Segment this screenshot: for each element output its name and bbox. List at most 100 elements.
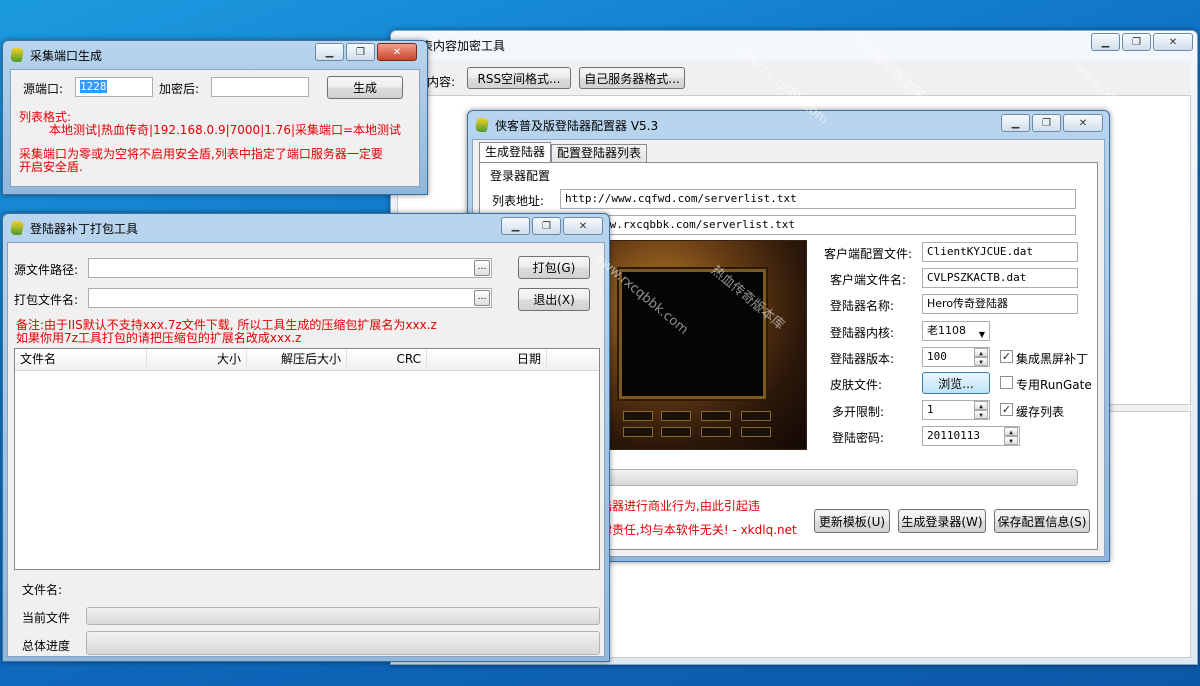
column-header[interactable]: CRC [347, 349, 427, 371]
total-progress-label: 总体进度 [22, 639, 71, 653]
restore-icon[interactable]: ❐ [532, 217, 561, 235]
minimize-icon[interactable]: ▁ [501, 217, 530, 235]
runGate-label: 专用RunGate [1016, 378, 1092, 392]
collect-port-client: 源端口: 1228 加密后: 生成 列表格式: 本地测试|热血传奇|192.16… [10, 69, 420, 187]
skin-label: 皮肤文件: [830, 378, 883, 392]
warning-line-2: 律责任,均与本软件无关! - xkdlq.net [600, 523, 797, 537]
multi-stepper[interactable]: 1 ▲ ▼ [922, 400, 990, 420]
version-label: 登陆器版本: [830, 352, 895, 366]
patch-pack-window: 登陆器补丁打包工具 ▁ ❐ ✕ 源文件路径: … 打包文件名: … 打包(G) … [2, 213, 610, 662]
restore-icon[interactable]: ❐ [1122, 33, 1151, 51]
restore-icon[interactable]: ❐ [1032, 114, 1061, 132]
login-name-input[interactable]: Hero传奇登陆器 [922, 294, 1078, 314]
password-stepper[interactable]: 20110113 ▲ ▼ [922, 426, 1020, 446]
skin-button-shape [623, 427, 653, 437]
own-server-format-button[interactable]: 自己服务器格式... [579, 67, 685, 89]
version-value: 100 [927, 350, 947, 363]
generate-launcher-button[interactable]: 生成登录器(W) [898, 509, 986, 533]
window-controls: ▁ ❐ ✕ [1001, 114, 1103, 132]
browse-src-icon[interactable]: … [474, 260, 490, 276]
close-icon[interactable]: ✕ [1153, 33, 1193, 51]
column-header[interactable]: 文件名 [15, 349, 147, 371]
note-line-2: 开启安全盾. [19, 160, 83, 174]
skin-preview-screen [619, 269, 766, 399]
minimize-icon[interactable]: ▁ [315, 43, 344, 61]
spinner-icon[interactable]: ▲ ▼ [974, 401, 988, 419]
browse-button[interactable]: 浏览... [922, 372, 990, 394]
skin-preview-image [600, 240, 807, 450]
list-format-example: 本地测试|热血传奇|192.168.0.9|7000|1.76|采集端口=本地测… [49, 123, 402, 137]
generate-button[interactable]: 生成 [327, 76, 403, 99]
content-label: 内容: [427, 75, 456, 89]
kernel-value: 老1108 [927, 324, 966, 337]
spinner-icon[interactable]: ▲ ▼ [1004, 427, 1018, 445]
src-port-value: 1228 [80, 80, 107, 93]
collect-port-window: 采集端口生成 ▁ ❐ ✕ 源端口: 1228 加密后: 生成 列表格式: 本地测… [2, 40, 428, 195]
spinner-icon[interactable]: ▲ ▼ [974, 348, 988, 366]
close-icon[interactable]: ✕ [563, 217, 603, 235]
client-config-input[interactable]: ClientKYJCUE.dat [922, 242, 1078, 262]
rss-format-button[interactable]: RSS空间格式... [467, 67, 571, 89]
list-addr-label: 列表地址: [492, 194, 545, 208]
client-file-input[interactable]: CVLPSZKACTB.dat [922, 268, 1078, 288]
close-icon[interactable]: ✕ [1063, 114, 1103, 132]
total-progress [86, 631, 600, 655]
encrypted-input[interactable] [211, 77, 309, 97]
tab-config-list[interactable]: 配置登陆器列表 [551, 144, 648, 162]
window-title: 采集端口生成 [30, 48, 103, 63]
column-header[interactable]: 日期 [427, 349, 547, 371]
patch-pack-client: 源文件路径: … 打包文件名: … 打包(G) 退出(X) 备注:由于IIS默认… [7, 242, 605, 657]
password-value: 20110113 [927, 429, 980, 442]
window-title: 表内容加密工具 [421, 38, 506, 53]
current-file-label: 当前文件 [22, 611, 71, 625]
exit-button[interactable]: 退出(X) [518, 288, 590, 311]
app-logo-icon [474, 117, 490, 133]
encrypted-label: 加密后: [159, 82, 200, 96]
browse-pack-icon[interactable]: … [474, 290, 490, 306]
update-template-button[interactable]: 更新模板(U) [814, 509, 890, 533]
kernel-select[interactable]: 老1108 ▼ [922, 321, 990, 341]
src-port-label: 源端口: [23, 82, 64, 96]
src-path-input[interactable] [88, 258, 492, 278]
current-file-progress [86, 607, 600, 625]
skin-button-shape [623, 411, 653, 421]
skin-button-shape [741, 411, 771, 421]
column-header[interactable]: 解压后大小 [247, 349, 347, 371]
tab-strip: 生成登陆器 配置登陆器列表 [479, 142, 648, 162]
backup-addr-input[interactable]: ww.rxcqbbk.com/serverlist.txt [600, 215, 1076, 235]
pack-button[interactable]: 打包(G) [518, 256, 590, 279]
file-list[interactable]: 文件名 大小 解压后大小 CRC 日期 [14, 348, 600, 570]
minimize-icon[interactable]: ▁ [1001, 114, 1030, 132]
pack-name-input[interactable] [88, 288, 492, 308]
version-stepper[interactable]: 100 ▲ ▼ [922, 347, 990, 367]
kernel-label: 登陆器内核: [830, 326, 895, 340]
client-config-label: 客户端配置文件: [824, 247, 913, 261]
restore-icon[interactable]: ❐ [346, 43, 375, 61]
cache-list-checkbox[interactable]: ✓ [1000, 403, 1013, 416]
warning-line-1: 陆器进行商业行为,由此引起违 [600, 499, 760, 513]
save-config-button[interactable]: 保存配置信息(S) [994, 509, 1090, 533]
black-screen-patch-checkbox[interactable]: ✓ [1000, 350, 1013, 363]
password-label: 登陆密码: [832, 431, 885, 445]
cache-list-label: 缓存列表 [1016, 405, 1065, 419]
file-name-label: 文件名: [22, 583, 63, 597]
app-logo-icon [9, 47, 25, 63]
skin-button-shape [701, 411, 731, 421]
window-title: 登陆器补丁打包工具 [30, 221, 139, 236]
src-path-label: 源文件路径: [14, 263, 79, 277]
runGate-checkbox[interactable] [1000, 376, 1013, 389]
login-name-label: 登陆器名称: [830, 299, 895, 313]
window-controls: ▁ ❐ ✕ [501, 217, 603, 235]
minimize-icon[interactable]: ▁ [1091, 33, 1120, 51]
list-addr-input[interactable]: http://www.cqfwd.com/serverlist.txt [560, 189, 1076, 209]
chevron-down-icon: ▼ [978, 330, 985, 339]
encrypt-tool-titlebar: 表内容加密工具 [391, 31, 1197, 59]
close-icon[interactable]: ✕ [377, 43, 417, 61]
client-file-label: 客户端文件名: [830, 273, 907, 287]
src-port-input[interactable]: 1228 [75, 77, 153, 97]
skin-button-shape [741, 427, 771, 437]
column-header[interactable]: 大小 [147, 349, 247, 371]
tab-generate-launcher[interactable]: 生成登陆器 [479, 142, 552, 162]
window-controls: ▁ ❐ ✕ [315, 43, 417, 61]
skin-button-shape [661, 427, 691, 437]
